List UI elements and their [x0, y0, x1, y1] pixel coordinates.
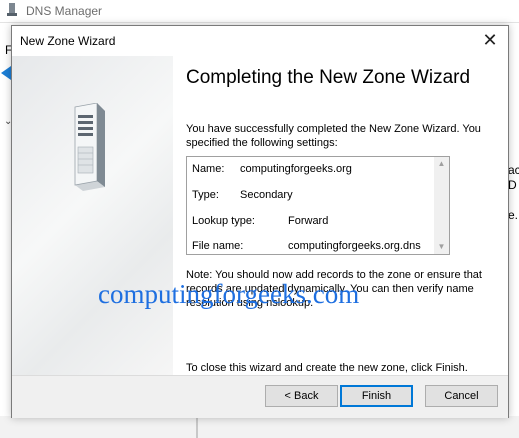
background-window-titlebar: DNS Manager — [0, 0, 519, 23]
page-title: Completing the New Zone Wizard — [186, 67, 471, 88]
background-text-fragment: ac — [508, 163, 519, 177]
back-arrow-icon[interactable] — [1, 66, 11, 80]
settings-summary-box[interactable]: Name: computingforgeeks.org Type: Second… — [186, 156, 450, 255]
wizard-side-panel — [12, 56, 173, 375]
server-icon — [74, 103, 105, 191]
close-icon[interactable]: ✕ — [478, 29, 502, 53]
scroll-up-icon[interactable]: ▲ — [434, 157, 449, 171]
background-text-fragment: e. — [508, 208, 519, 222]
settings-value: computingforgeeks.org.dns — [288, 240, 421, 252]
cancel-button[interactable]: Cancel — [425, 385, 498, 407]
settings-value: Secondary — [240, 189, 293, 201]
background-text-fragment: D — [508, 178, 517, 192]
watermark-text: computingforgeeks.com — [98, 279, 360, 309]
settings-label: Type: — [192, 189, 219, 201]
dialog-titlebar: New Zone Wizard ✕ — [12, 26, 508, 56]
settings-value: computingforgeeks.org — [240, 163, 352, 175]
settings-value: Forward — [288, 215, 329, 227]
new-zone-wizard-dialog: New Zone Wizard ✕ Completing the New Zon… — [11, 25, 509, 418]
dns-manager-app-icon — [7, 3, 17, 16]
settings-scrollbar[interactable]: ▲ ▼ — [434, 157, 449, 254]
dialog-title: New Zone Wizard — [20, 34, 116, 48]
background-window-title: DNS Manager — [26, 4, 103, 18]
wizard-content: Completing the New Zone Wizard You have … — [173, 56, 508, 375]
intro-text: You have successfully completed the New … — [186, 123, 481, 149]
back-button[interactable]: < Back — [265, 385, 338, 407]
settings-label: Lookup type: — [192, 215, 255, 227]
button-bar: < Back Finish Cancel — [12, 375, 508, 418]
scroll-down-icon[interactable]: ▼ — [434, 240, 449, 254]
finish-instruction-text: To close this wizard and create the new … — [186, 362, 468, 374]
finish-button[interactable]: Finish — [340, 385, 413, 407]
background-divider — [196, 415, 198, 438]
settings-label: Name: — [192, 163, 225, 175]
settings-label: File name: — [192, 240, 244, 252]
background-statusbar — [0, 416, 519, 438]
